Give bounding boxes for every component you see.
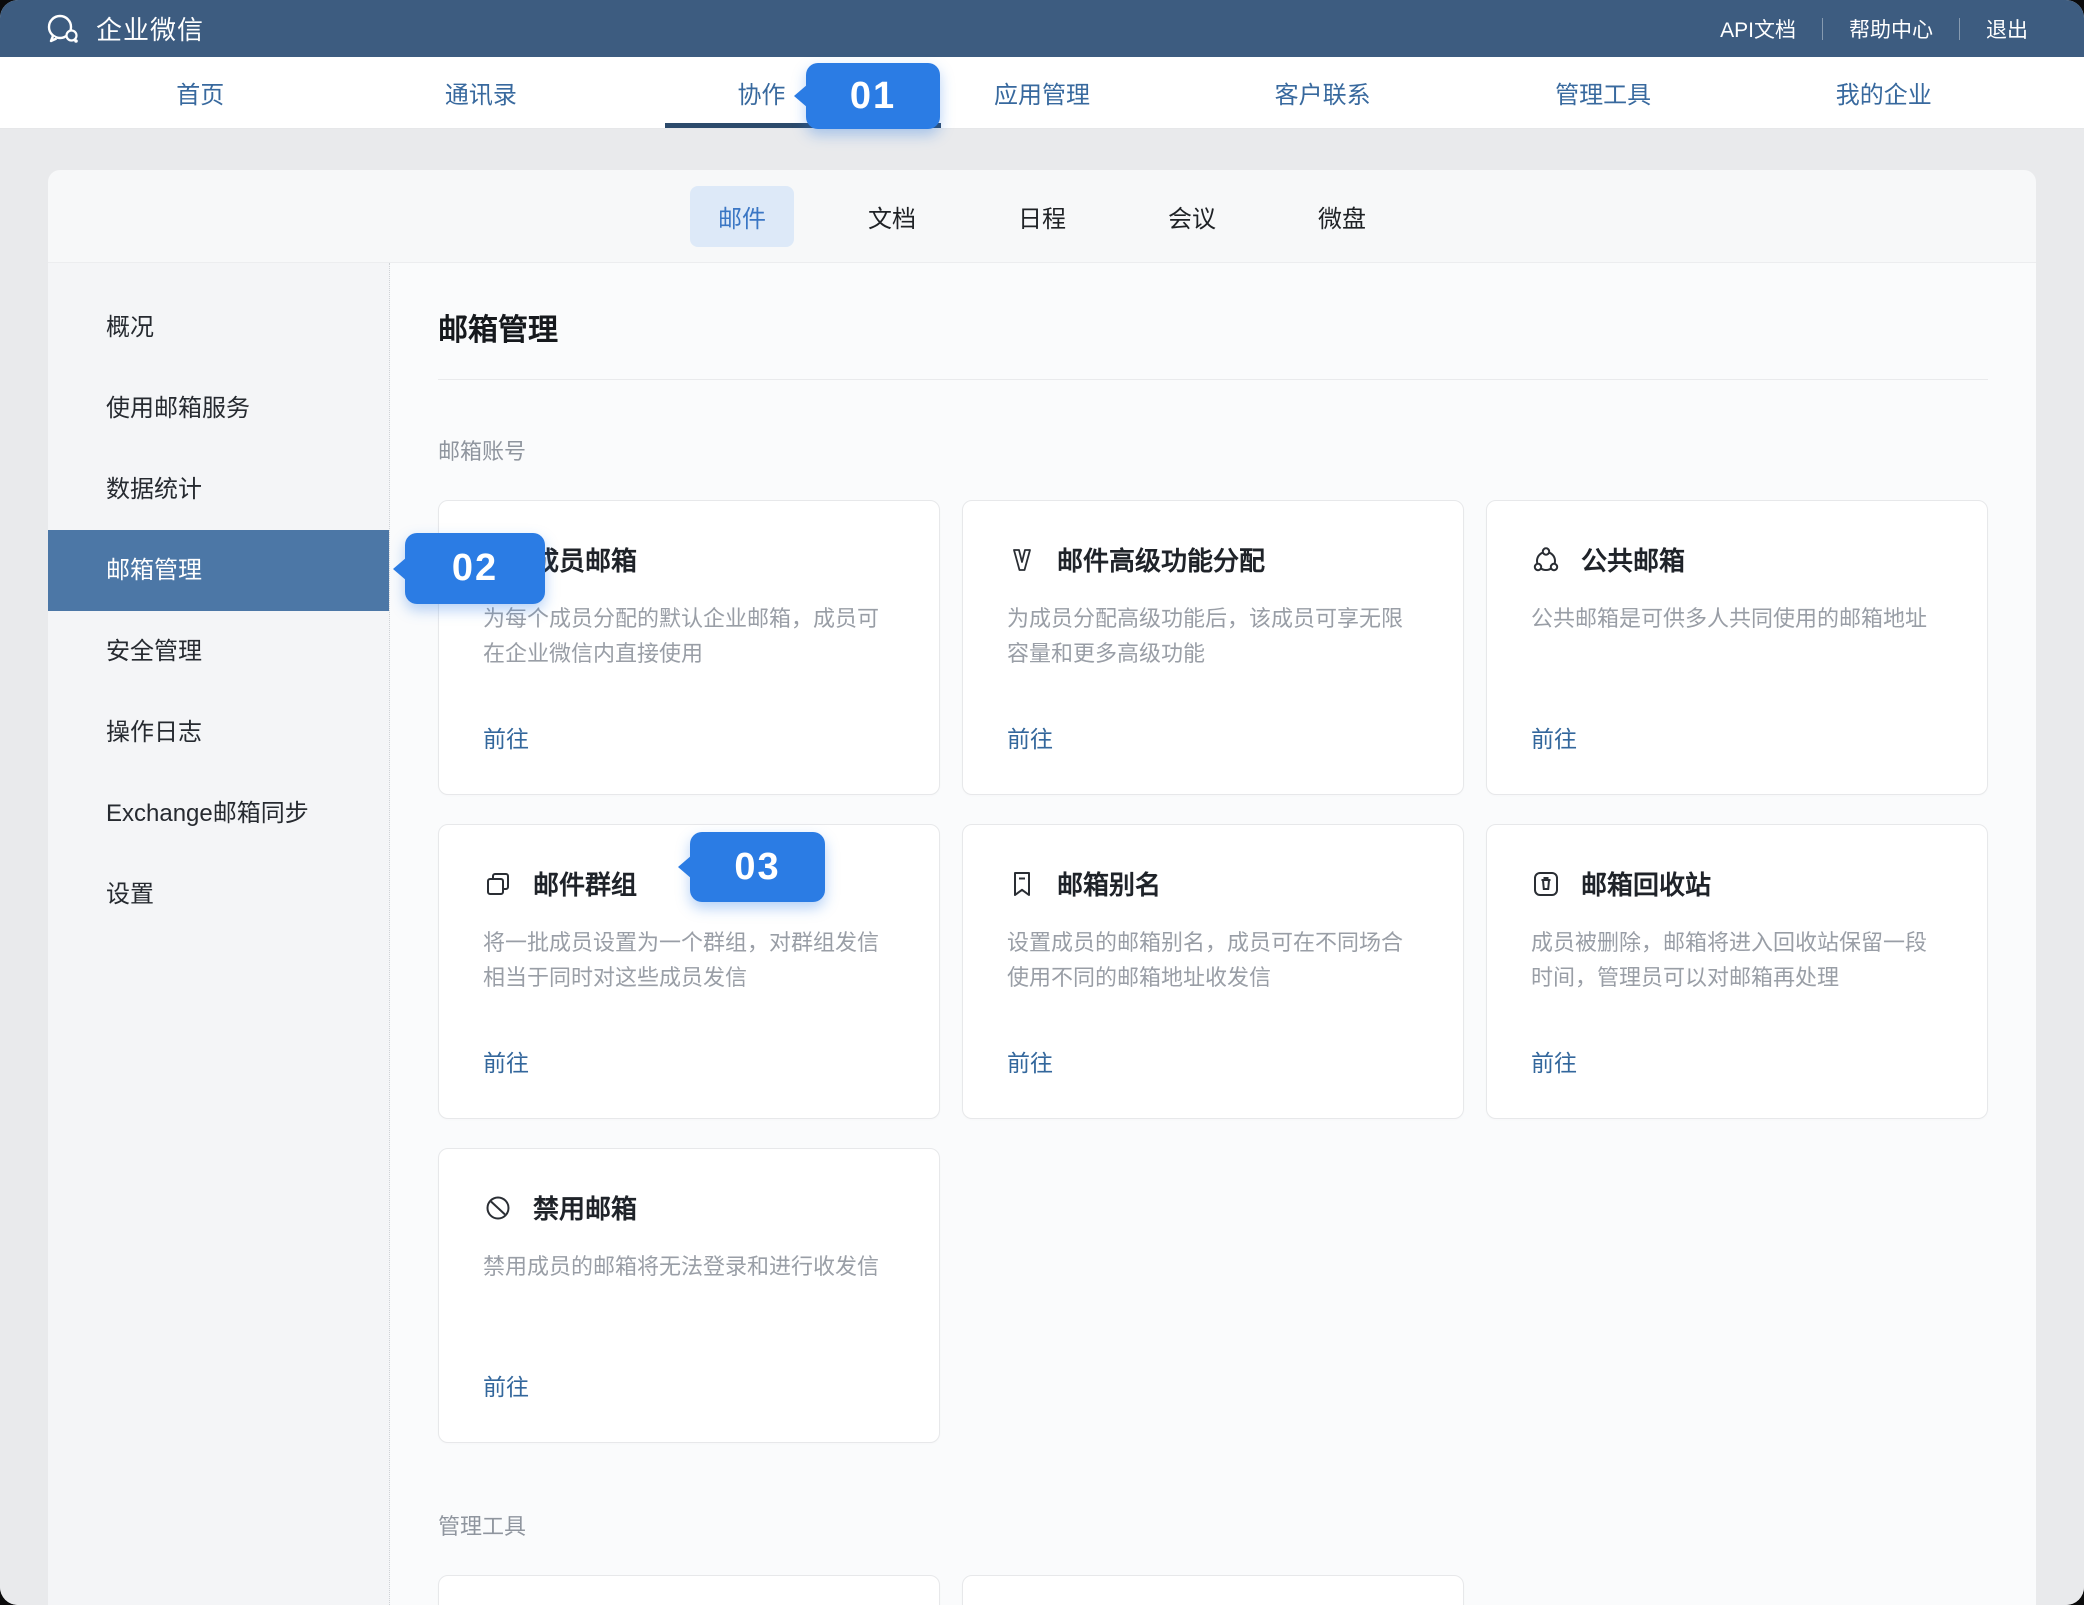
nav-tab-contacts[interactable]: 通讯录	[341, 57, 622, 128]
subtab-drive[interactable]: 微盘	[1290, 186, 1394, 247]
card-title: 禁用邮箱	[533, 1189, 637, 1226]
go-link[interactable]: 前往	[483, 720, 529, 754]
main-panel: 邮件 文档 日程 会议 微盘 概况 使用邮箱服务 数据统计 邮箱管理 安全管理 …	[48, 170, 2036, 1605]
card-mailbox-recycle-bin: 邮箱回收站 成员被删除，邮箱将进入回收站保留一段时间，管理员可以对邮箱再处理 前…	[1486, 824, 1988, 1119]
go-link[interactable]: 前往	[483, 1044, 529, 1078]
card-title: 邮件高级功能分配	[1057, 541, 1265, 578]
wecom-logo-icon	[44, 12, 82, 46]
public-mailbox-icon	[1531, 545, 1561, 575]
sidebar-item-use-mail-service[interactable]: 使用邮箱服务	[48, 368, 389, 449]
card-title: 成员邮箱	[533, 541, 637, 578]
page-title: 邮箱管理	[438, 305, 1988, 349]
sidebar-item-operation-log[interactable]: 操作日志	[48, 692, 389, 773]
sidebar-item-overview[interactable]: 概况	[48, 287, 389, 368]
mailbox-recycle-icon	[1531, 869, 1561, 899]
card-desc: 成员被删除，邮箱将进入回收站保留一段时间，管理员可以对邮箱再处理	[1531, 926, 1943, 995]
page-title-wrap: 邮箱管理	[438, 305, 1988, 380]
topbar-links: API文档 帮助中心 退出	[1720, 14, 2028, 44]
step-badge-02: 02	[405, 533, 545, 604]
card-mail-archive: 邮件归档 ✦✦	[962, 1575, 1464, 1605]
sidebar-item-mailbox-management[interactable]: 邮箱管理	[48, 530, 389, 611]
advanced-feature-icon	[1007, 545, 1037, 575]
subtab-mail[interactable]: 邮件	[690, 186, 794, 247]
main-nav: 首页 通讯录 协作 应用管理 客户联系 管理工具 我的企业	[0, 57, 2084, 129]
go-link[interactable]: 前往	[483, 1368, 529, 1402]
card-disabled-mailbox: 禁用邮箱 禁用成员的邮箱将无法登录和进行收发信 前往	[438, 1148, 940, 1443]
nav-tab-admin-tools[interactable]: 管理工具	[1463, 57, 1744, 128]
card-welcome-letter: 欢迎信	[438, 1575, 940, 1605]
step-badge-01: 01	[806, 63, 940, 129]
card-title: 邮箱回收站	[1581, 865, 1711, 902]
mailbox-alias-icon	[1007, 869, 1037, 899]
admin-tools-grid: 欢迎信 邮件归档 ✦✦	[438, 1575, 1988, 1605]
card-desc: 为每个成员分配的默认企业邮箱，成员可在企业微信内直接使用	[483, 602, 895, 671]
subtab-meeting[interactable]: 会议	[1140, 186, 1244, 247]
card-title: 邮件群组	[533, 865, 637, 902]
subtab-calendar[interactable]: 日程	[990, 186, 1094, 247]
card-desc: 禁用成员的邮箱将无法登录和进行收发信	[483, 1250, 895, 1285]
sidebar-item-exchange-sync[interactable]: Exchange邮箱同步	[48, 773, 389, 854]
card-mailbox-alias: 邮箱别名 设置成员的邮箱别名，成员可在不同场合使用不同的邮箱地址收发信 前往	[962, 824, 1464, 1119]
go-link[interactable]: 前往	[1531, 720, 1577, 754]
go-link[interactable]: 前往	[1007, 720, 1053, 754]
nav-tab-home[interactable]: 首页	[60, 57, 341, 128]
section-label-admin-tools: 管理工具	[438, 1509, 1988, 1541]
card-advanced-feature: 邮件高级功能分配 为成员分配高级功能后，该成员可享无限容量和更多高级功能 前往	[962, 500, 1464, 795]
card-title: 邮箱别名	[1057, 865, 1161, 902]
brand-name: 企业微信	[96, 10, 204, 47]
sidebar-item-security[interactable]: 安全管理	[48, 611, 389, 692]
card-desc: 设置成员的邮箱别名，成员可在不同场合使用不同的邮箱地址收发信	[1007, 926, 1419, 995]
sidebar: 概况 使用邮箱服务 数据统计 邮箱管理 安全管理 操作日志 Exchange邮箱…	[48, 263, 390, 1605]
subtab-bar: 邮件 文档 日程 会议 微盘	[48, 170, 2036, 263]
card-desc: 将一批成员设置为一个群组，对群组发信相当于同时对这些成员发信	[483, 926, 895, 995]
api-docs-link[interactable]: API文档	[1720, 14, 1796, 44]
divider	[1822, 18, 1823, 40]
nav-tab-customers[interactable]: 客户联系	[1182, 57, 1463, 128]
app-window: 企业微信 API文档 帮助中心 退出 首页 通讯录 协作 应用管理 客户联系 管…	[0, 0, 2084, 1605]
sidebar-item-settings[interactable]: 设置	[48, 854, 389, 935]
brand: 企业微信	[44, 10, 204, 47]
card-title: 公共邮箱	[1581, 541, 1685, 578]
nav-tab-apps[interactable]: 应用管理	[902, 57, 1183, 128]
go-link[interactable]: 前往	[1531, 1044, 1577, 1078]
divider	[1959, 18, 1960, 40]
mail-group-icon	[483, 869, 513, 899]
card-desc: 公共邮箱是可供多人共同使用的邮箱地址	[1531, 602, 1943, 637]
go-link[interactable]: 前往	[1007, 1044, 1053, 1078]
step-badge-03: 03	[690, 832, 825, 902]
subtab-docs[interactable]: 文档	[840, 186, 944, 247]
content: 邮箱管理 邮箱账号 成员邮箱 为每个成员分配的默认企业邮箱，成员可在企业微信内	[390, 263, 2036, 1605]
topbar: 企业微信 API文档 帮助中心 退出	[0, 0, 2084, 57]
sidebar-item-statistics[interactable]: 数据统计	[48, 449, 389, 530]
card-public-mailbox: 公共邮箱 公共邮箱是可供多人共同使用的邮箱地址 前往	[1486, 500, 1988, 795]
help-center-link[interactable]: 帮助中心	[1849, 14, 1933, 44]
page-background: 邮件 文档 日程 会议 微盘 概况 使用邮箱服务 数据统计 邮箱管理 安全管理 …	[0, 129, 2084, 1605]
nav-tab-my-company[interactable]: 我的企业	[1743, 57, 2024, 128]
mail-accounts-grid: 成员邮箱 为每个成员分配的默认企业邮箱，成员可在企业微信内直接使用 前往 邮件高…	[438, 500, 1988, 1443]
disabled-mailbox-icon	[483, 1193, 513, 1223]
logout-link[interactable]: 退出	[1986, 14, 2028, 44]
card-desc: 为成员分配高级功能后，该成员可享无限容量和更多高级功能	[1007, 602, 1419, 671]
section-label-mail-accounts: 邮箱账号	[438, 434, 1988, 466]
